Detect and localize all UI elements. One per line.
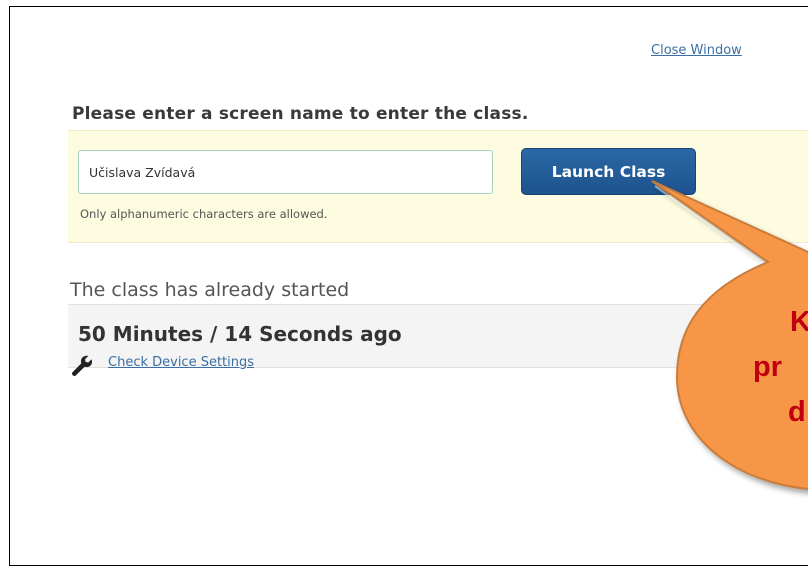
elapsed-time: 50 Minutes / 14 Seconds ago [78, 322, 402, 346]
launch-class-button[interactable]: Launch Class [521, 148, 696, 195]
callout-line-1: K [790, 306, 808, 338]
screen-name-input[interactable] [78, 150, 493, 194]
wrench-icon [72, 355, 93, 376]
class-started-label: The class has already started [70, 279, 350, 301]
input-hint: Only alphanumeric characters are allowed… [80, 207, 328, 221]
callout-line-3: d [788, 396, 806, 428]
check-device-settings-link[interactable]: Check Device Settings [108, 355, 254, 370]
screen-name-prompt: Please enter a screen name to enter the … [72, 104, 529, 124]
callout-line-2: pr [753, 351, 782, 383]
screen-name-panel: Launch Class Only alphanumeric character… [68, 130, 808, 243]
close-window-link[interactable]: Close Window [651, 43, 742, 58]
